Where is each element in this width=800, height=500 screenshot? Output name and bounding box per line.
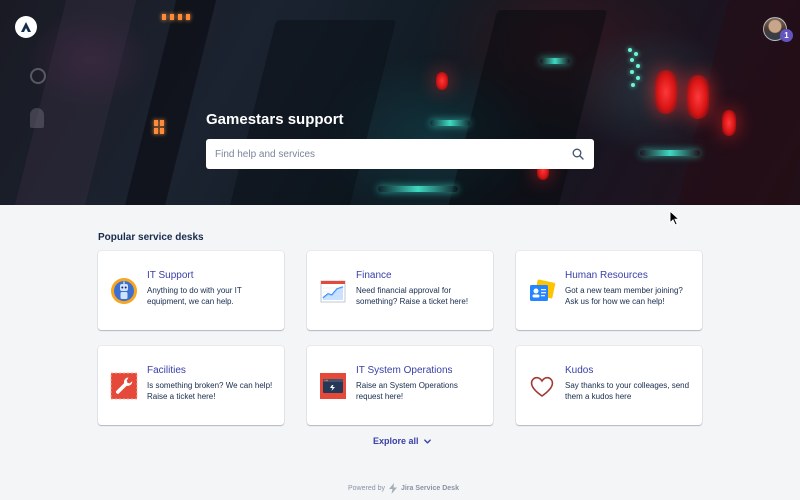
section-heading: Popular service desks <box>98 232 204 243</box>
portal-title: Gamestars support <box>206 111 344 128</box>
explore-all-button[interactable]: Explore all <box>373 436 432 446</box>
hero-decor <box>154 128 158 134</box>
hero-decor <box>430 120 470 126</box>
hero-decor <box>436 72 448 90</box>
robot-icon <box>111 278 137 304</box>
hero-decor <box>722 110 736 136</box>
hero-decor <box>186 14 190 20</box>
service-desk-card-it-system-operations[interactable]: IT System Operations Raise an System Ope… <box>307 346 493 425</box>
card-description: Need financial approval for something? R… <box>356 286 469 306</box>
hero-decor <box>30 68 46 84</box>
card-title[interactable]: Kudos <box>565 365 593 376</box>
service-desk-card-it-support[interactable]: IT Support Anything to do with your IT e… <box>98 251 284 330</box>
hero-decor <box>640 150 700 156</box>
service-desk-card-finance[interactable]: Finance Need financial approval for some… <box>307 251 493 330</box>
card-title[interactable]: IT Support <box>147 270 194 281</box>
card-description: Got a new team member joining? Ask us fo… <box>565 286 683 306</box>
service-desk-card-facilities[interactable]: Facilities Is something broken? We can h… <box>98 346 284 425</box>
hero-decor <box>628 48 632 52</box>
card-description: Raise an System Operations request here! <box>356 381 458 401</box>
card-title[interactable]: Finance <box>356 270 392 281</box>
home-logo-button[interactable] <box>15 16 37 38</box>
hero-decor <box>630 58 634 62</box>
hero-decor <box>442 10 608 205</box>
hero-decor <box>636 64 640 68</box>
heart-icon <box>530 376 554 397</box>
powered-by-label: Powered by <box>348 485 385 492</box>
mouse-cursor-icon <box>669 210 681 226</box>
footer-brand-link[interactable]: Jira Service Desk <box>401 485 459 492</box>
hero-decor <box>30 108 44 128</box>
hero-decor <box>160 128 164 134</box>
service-desk-card-kudos[interactable]: Kudos Say thanks to your colleages, send… <box>516 346 702 425</box>
chevron-down-icon <box>423 438 431 444</box>
hero-decor <box>631 83 635 87</box>
search-icon[interactable] <box>572 148 584 160</box>
chart-icon <box>320 280 346 303</box>
service-desk-card-human-resources[interactable]: Human Resources Got a new team member jo… <box>516 251 702 330</box>
lightning-icon <box>388 483 397 494</box>
card-title[interactable]: IT System Operations <box>356 365 453 376</box>
hero-decor <box>636 76 640 80</box>
explore-all-label: Explore all <box>373 436 419 446</box>
hero-decor <box>655 70 677 114</box>
card-description: Anything to do with your IT equipment, w… <box>147 286 242 306</box>
search-input[interactable] <box>206 139 556 169</box>
atlassian-logo-icon <box>21 22 31 32</box>
terminal-icon <box>320 373 346 399</box>
hero-decor <box>178 14 182 20</box>
hero-decor <box>540 58 570 64</box>
id-badge-icon <box>530 279 556 301</box>
wrench-icon <box>110 372 138 400</box>
footer: Powered by Jira Service Desk <box>348 483 459 494</box>
hero-decor <box>170 14 174 20</box>
hero-decor <box>160 120 164 126</box>
hero-decor <box>121 0 219 205</box>
card-title[interactable]: Human Resources <box>565 270 648 281</box>
notification-badge: 1 <box>780 29 793 42</box>
hero-decor <box>687 75 709 119</box>
hero-decor <box>378 186 458 192</box>
hero-banner <box>0 0 800 205</box>
card-description: Say thanks to your colleages, send them … <box>565 381 690 401</box>
card-title[interactable]: Facilities <box>147 365 186 376</box>
hero-decor <box>634 52 638 56</box>
search-box <box>206 139 594 169</box>
hero-decor <box>154 120 158 126</box>
card-description: Is something broken? We can help! Raise … <box>147 381 273 401</box>
hero-decor <box>162 14 166 20</box>
hero-decor <box>630 70 634 74</box>
